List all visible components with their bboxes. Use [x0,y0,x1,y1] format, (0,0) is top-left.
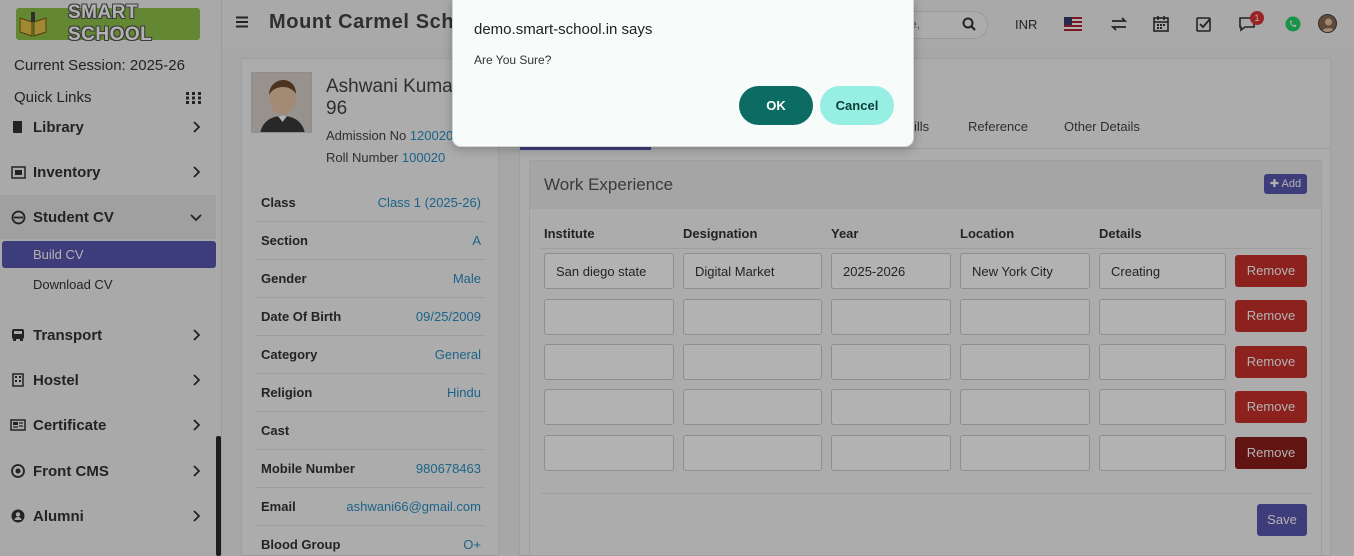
confirm-dialog: demo.smart-school.in says Are You Sure? … [452,0,914,147]
cancel-button[interactable]: Cancel [820,86,894,125]
ok-button[interactable]: OK [739,86,813,125]
dialog-title: demo.smart-school.in says [474,21,653,38]
dialog-message: Are You Sure? [474,53,552,67]
